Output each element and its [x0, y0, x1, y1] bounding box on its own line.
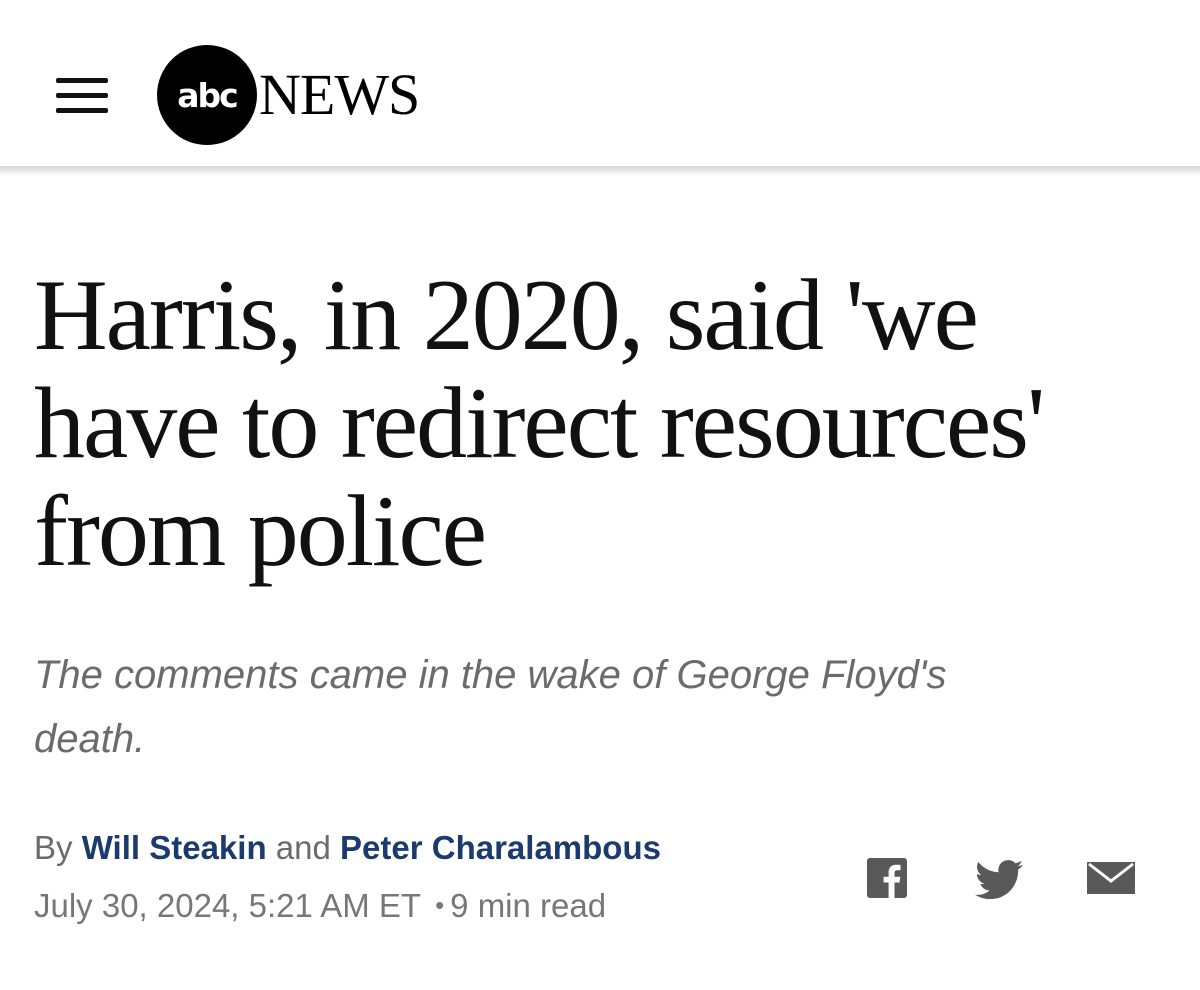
byline-prefix: By [34, 829, 73, 866]
hamburger-menu-icon[interactable] [52, 74, 112, 118]
subhead-line: The comments came in the wake of George … [34, 653, 947, 697]
publish-date: July 30, 2024, 5:21 AM ET [34, 887, 422, 924]
logo-news-wordmark: NEWS [259, 62, 420, 127]
meta-separator: • [435, 890, 445, 920]
email-icon [1087, 862, 1135, 894]
article-meta: July 30, 2024, 5:21 AM ET • 9 min read [34, 883, 606, 928]
author-link-peter-charalambous[interactable]: Peter Charalambous [340, 829, 661, 866]
abc-news-logo[interactable]: abc NEWS [157, 45, 420, 145]
email-share-button[interactable] [1087, 862, 1135, 904]
site-header: abc NEWS [0, 0, 1200, 166]
article-subheadline: The comments came in the wake of George … [34, 643, 1164, 771]
author-link-will-steakin[interactable]: Will Steakin [82, 829, 267, 866]
facebook-share-button[interactable] [867, 858, 907, 900]
headline-line: from police [34, 475, 487, 588]
headline-line: have to redirect resources' [34, 367, 1045, 480]
headline-line: Harris, in 2020, said 'we [34, 259, 979, 372]
byline-conjunction: and [275, 829, 331, 866]
twitter-share-button[interactable] [975, 860, 1023, 902]
read-time: 9 min read [450, 887, 607, 924]
byline: By Will Steakin and Peter Charalambous [34, 826, 661, 870]
abc-logo-mark: abc [157, 45, 257, 145]
header-shadow [0, 166, 1200, 176]
twitter-icon [975, 860, 1023, 900]
subhead-line: death. [34, 717, 146, 761]
facebook-icon [867, 858, 907, 898]
article-headline: Harris, in 2020, said 'we have to redire… [34, 262, 1174, 586]
